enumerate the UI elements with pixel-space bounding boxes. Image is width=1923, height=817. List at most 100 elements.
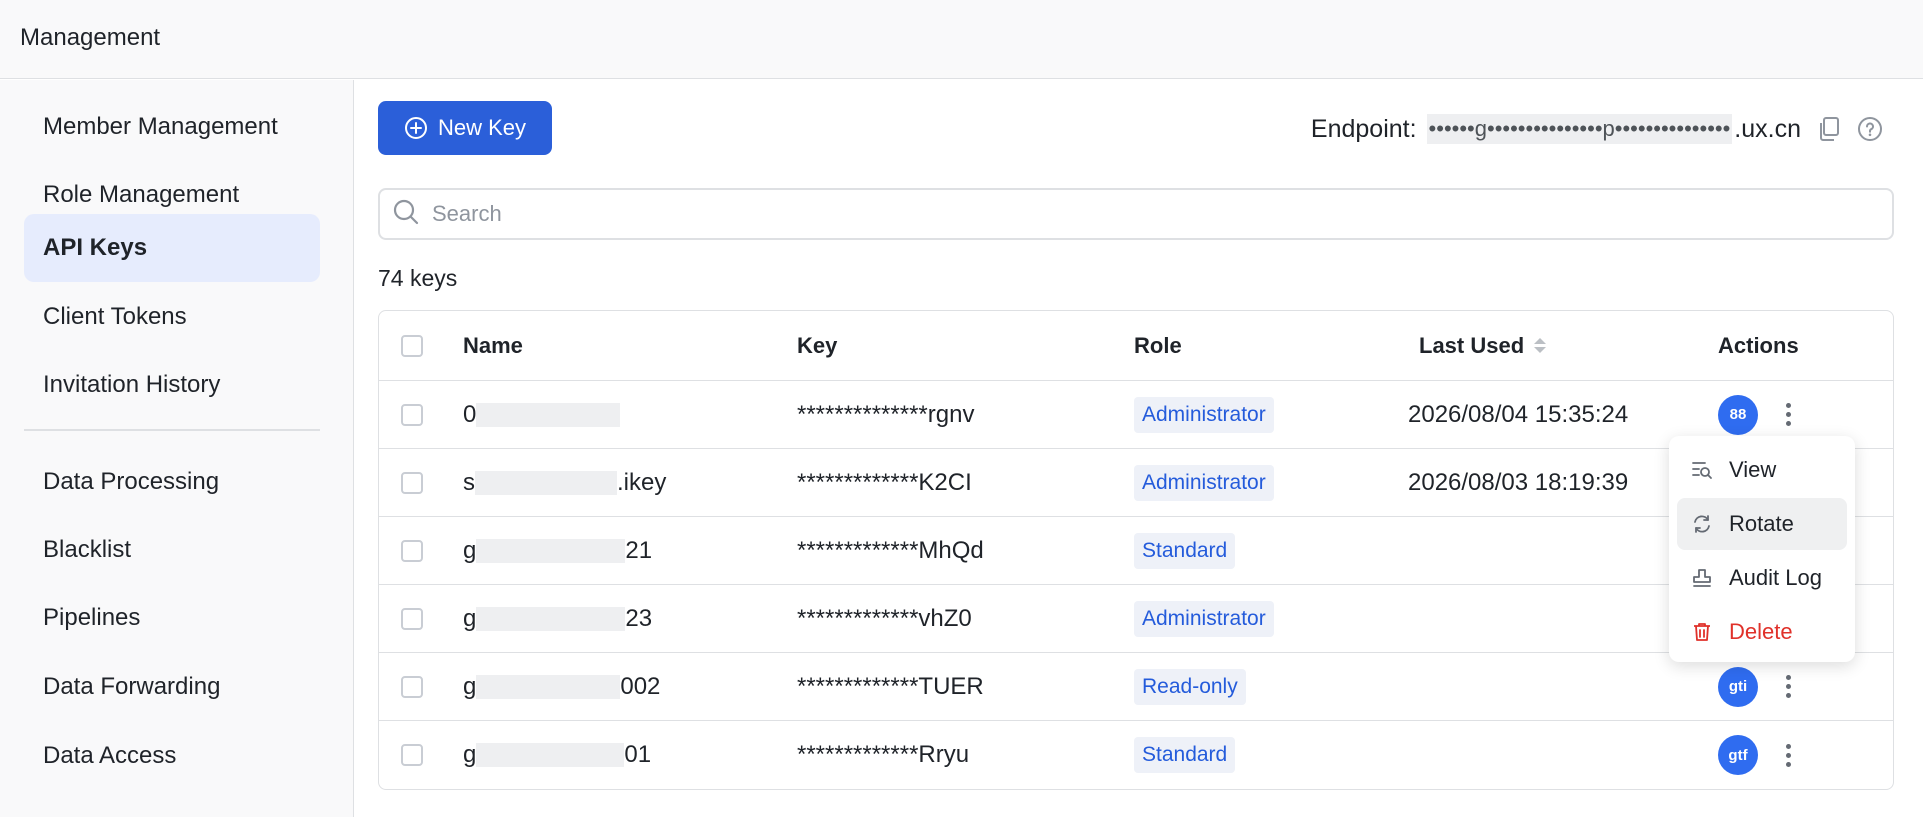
top-bar: Management bbox=[0, 0, 1923, 79]
key-name-prefix: g bbox=[463, 604, 477, 632]
more-actions-icon[interactable] bbox=[1776, 675, 1800, 698]
key-name-suffix: 23 bbox=[625, 604, 653, 632]
more-actions-icon[interactable] bbox=[1776, 403, 1800, 426]
sidebar-item-data-processing[interactable]: Data Processing bbox=[24, 448, 320, 516]
api-keys-table: Name Key Role Last Used Actions 0 ******… bbox=[378, 310, 1894, 790]
sidebar-item-client-tokens[interactable]: Client Tokens bbox=[24, 283, 320, 351]
view-icon bbox=[1691, 459, 1713, 481]
column-header-key: Key bbox=[797, 332, 838, 358]
last-used-label: Last Used bbox=[1419, 332, 1525, 358]
role-badge: Administrator bbox=[1134, 464, 1274, 501]
table-row: g 23 *************vhZ0 Administrator bbox=[379, 585, 1893, 653]
redacted-text bbox=[476, 674, 621, 699]
menu-item-rotate[interactable]: Rotate bbox=[1677, 498, 1847, 550]
copy-icon[interactable] bbox=[1817, 116, 1841, 142]
key-name: g 23 bbox=[463, 585, 652, 652]
key-name: s .ikey bbox=[463, 449, 666, 516]
key-name-suffix: 002 bbox=[620, 672, 661, 700]
sidebar: Member Management Role Management API Ke… bbox=[0, 80, 354, 817]
role-cell: Administrator bbox=[1134, 585, 1274, 652]
more-actions-icon[interactable] bbox=[1776, 743, 1800, 767]
sidebar-item-invitation-history[interactable]: Invitation History bbox=[24, 351, 320, 419]
search-icon bbox=[392, 198, 420, 231]
redacted-text bbox=[475, 470, 617, 495]
menu-item-label: Rotate bbox=[1729, 511, 1794, 536]
role-cell: Standard bbox=[1134, 517, 1236, 584]
role-badge: Read-only bbox=[1134, 668, 1246, 705]
redacted-text bbox=[476, 402, 621, 427]
key-name-suffix: 21 bbox=[625, 536, 653, 564]
key-value: *************K2CI bbox=[797, 468, 972, 496]
key-value: *************vhZ0 bbox=[797, 604, 972, 632]
column-header-last-used[interactable]: Last Used bbox=[1419, 311, 1547, 380]
menu-item-label: Delete bbox=[1729, 619, 1793, 644]
stamp-icon bbox=[1691, 567, 1713, 589]
last-used: 2026/08/03 18:19:39 bbox=[1408, 468, 1629, 496]
key-name-suffix: 01 bbox=[624, 741, 652, 768]
sidebar-item-api-keys[interactable]: API Keys bbox=[24, 214, 320, 282]
role-badge: Standard bbox=[1134, 737, 1236, 773]
role-cell: Standard bbox=[1134, 721, 1236, 789]
new-key-button[interactable]: New Key bbox=[378, 101, 552, 155]
endpoint-value-masked: ••••••g•••••••••••••••p••••••••••••••• bbox=[1426, 114, 1733, 144]
redacted-text bbox=[476, 606, 626, 631]
menu-item-delete[interactable]: Delete bbox=[1677, 606, 1847, 658]
search-input[interactable]: Search bbox=[378, 188, 1894, 240]
key-value: *************TUER bbox=[797, 672, 984, 700]
menu-item-label: View bbox=[1729, 457, 1777, 482]
row-checkbox[interactable] bbox=[401, 675, 423, 698]
actions-cell: gti bbox=[1718, 653, 1800, 720]
role-cell: Administrator bbox=[1134, 381, 1274, 448]
select-all-checkbox[interactable] bbox=[401, 334, 423, 357]
page-title: Management bbox=[20, 24, 161, 51]
rotate-icon bbox=[1691, 513, 1713, 535]
column-header-role: Role bbox=[1134, 332, 1182, 358]
sidebar-item-blacklist[interactable]: Blacklist bbox=[24, 516, 320, 584]
row-checkbox[interactable] bbox=[401, 744, 423, 766]
key-name-prefix: 0 bbox=[463, 400, 477, 428]
key-name-prefix: g bbox=[463, 536, 477, 564]
sidebar-item-member-management[interactable]: Member Management bbox=[24, 93, 320, 161]
table-row: 0 **************rgnv Administrator 2026/… bbox=[379, 381, 1893, 449]
row-actions-menu: View Rotate Audit Log Delete bbox=[1669, 436, 1855, 662]
key-count: 74 keys bbox=[378, 265, 458, 291]
column-header-name: Name bbox=[463, 332, 523, 358]
help-icon[interactable] bbox=[1857, 116, 1883, 142]
menu-item-label: Audit Log bbox=[1729, 565, 1822, 590]
sidebar-item-data-access[interactable]: Data Access bbox=[24, 722, 320, 790]
sidebar-divider bbox=[24, 429, 320, 431]
row-checkbox[interactable] bbox=[401, 539, 423, 562]
sidebar-item-data-forwarding[interactable]: Data Forwarding bbox=[24, 653, 320, 721]
role-badge: Standard bbox=[1134, 532, 1236, 569]
row-checkbox[interactable] bbox=[401, 471, 423, 494]
sidebar-item-pipelines[interactable]: Pipelines bbox=[24, 584, 320, 652]
actions-cell: gtf bbox=[1718, 721, 1800, 789]
avatar: gtf bbox=[1718, 735, 1758, 775]
key-name-prefix: g bbox=[463, 672, 477, 700]
key-value: *************Rryu bbox=[797, 741, 970, 768]
table-row: g 002 *************TUER Read-only gti bbox=[379, 653, 1893, 721]
key-name: g 01 bbox=[463, 721, 651, 789]
new-key-label: New Key bbox=[437, 115, 527, 140]
key-name: g 002 bbox=[463, 653, 660, 720]
column-header-actions: Actions bbox=[1718, 332, 1799, 358]
key-name: g 21 bbox=[463, 517, 652, 584]
menu-item-view[interactable]: View bbox=[1677, 444, 1847, 496]
last-used: 2026/08/04 15:35:24 bbox=[1408, 400, 1629, 428]
role-badge: Administrator bbox=[1134, 600, 1274, 637]
sort-icon[interactable] bbox=[1534, 338, 1547, 353]
key-value: *************MhQd bbox=[797, 536, 984, 564]
key-name: 0 bbox=[463, 381, 621, 448]
table-row: g 21 *************MhQd Standard bbox=[379, 517, 1893, 585]
table-header: Name Key Role Last Used Actions bbox=[379, 311, 1893, 381]
endpoint-label: Endpoint: bbox=[1310, 114, 1417, 143]
search-placeholder: Search bbox=[432, 201, 502, 226]
key-name-prefix: s bbox=[463, 468, 475, 496]
role-cell: Read-only bbox=[1134, 653, 1246, 720]
menu-item-audit-log[interactable]: Audit Log bbox=[1677, 552, 1847, 604]
row-checkbox[interactable] bbox=[401, 403, 423, 426]
key-name-prefix: g bbox=[463, 741, 477, 768]
row-checkbox[interactable] bbox=[401, 607, 423, 630]
avatar: gti bbox=[1718, 666, 1758, 707]
redacted-text bbox=[476, 743, 625, 767]
